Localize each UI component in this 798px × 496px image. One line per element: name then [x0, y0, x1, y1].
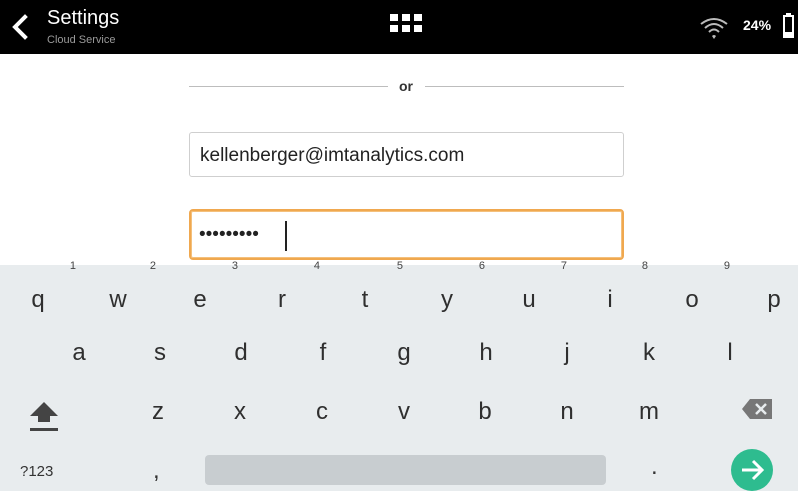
key-label: j — [564, 339, 570, 366]
key-j[interactable]: j — [537, 328, 597, 378]
key-number-hint: 8 — [641, 260, 648, 272]
key-v[interactable]: v — [374, 387, 434, 437]
shift-arrow-icon[interactable] — [26, 398, 62, 434]
key-label: i — [607, 286, 613, 313]
key-label: u — [522, 286, 536, 313]
key-number-hint: 2 — [149, 260, 156, 272]
key-label: v — [398, 398, 410, 425]
battery-icon — [783, 13, 794, 38]
key-number-hint: 5 — [396, 260, 403, 272]
key-c[interactable]: c — [292, 387, 352, 437]
key-label: c — [316, 398, 328, 425]
symbols-key[interactable]: ?123 — [20, 463, 53, 480]
email-value: kellenberger@imtanalytics.com — [200, 145, 465, 166]
wifi-icon — [700, 18, 728, 39]
key-number-hint: 4 — [313, 260, 320, 272]
go-button[interactable] — [731, 449, 773, 491]
email-field[interactable]: kellenberger@imtanalytics.com — [189, 132, 624, 177]
key-a[interactable]: a — [49, 328, 109, 378]
grid-icon[interactable] — [390, 14, 424, 40]
key-t[interactable]: t5 — [335, 261, 403, 325]
key-f[interactable]: f — [293, 328, 353, 378]
key-q[interactable]: q1 — [8, 261, 76, 325]
text-cursor — [285, 221, 287, 251]
key-k[interactable]: k — [619, 328, 679, 378]
key-label: t — [361, 286, 369, 313]
backspace-icon[interactable] — [742, 399, 772, 419]
key-o[interactable]: o9 — [662, 261, 730, 325]
key-label: h — [479, 339, 493, 366]
password-mask: ••••••••• — [199, 224, 259, 245]
key-label: g — [397, 339, 411, 366]
chevron-left-icon[interactable] — [8, 14, 32, 40]
divider-right — [425, 86, 624, 87]
key-y[interactable]: y6 — [417, 261, 485, 325]
key-x[interactable]: x — [210, 387, 270, 437]
soft-keyboard: q1w2e3r4t5y6u7i8o9p asdfghjkl zxcvbnm ?1… — [0, 261, 798, 491]
key-label: a — [72, 339, 86, 366]
key-g[interactable]: g — [374, 328, 434, 378]
space-bar[interactable] — [205, 455, 606, 485]
key-b[interactable]: b — [455, 387, 515, 437]
key-e[interactable]: e3 — [170, 261, 238, 325]
key-label: n — [560, 398, 574, 425]
key-s[interactable]: s — [130, 328, 190, 378]
key-label: b — [478, 398, 492, 425]
divider-left — [189, 86, 388, 87]
key-number-hint: 9 — [723, 260, 730, 272]
battery-percentage: 24% — [743, 17, 772, 33]
page-title: Settings — [47, 7, 120, 29]
password-field[interactable]: ••••••••• — [189, 209, 624, 260]
key-i[interactable]: i8 — [580, 261, 648, 325]
key-z[interactable]: z — [128, 387, 188, 437]
key-number-hint: 7 — [560, 260, 567, 272]
key-label: m — [639, 398, 659, 425]
key-l[interactable]: l — [700, 328, 760, 378]
key-label: z — [152, 398, 164, 425]
key-label: k — [643, 339, 655, 366]
key-label: x — [234, 398, 246, 425]
key-label: d — [234, 339, 248, 366]
comma-key[interactable]: , — [153, 457, 160, 485]
key-w[interactable]: w2 — [88, 261, 156, 325]
top-bar: Settings Cloud Service 24% — [0, 0, 798, 54]
key-h[interactable]: h — [456, 328, 516, 378]
key-u[interactable]: u7 — [499, 261, 567, 325]
key-d[interactable]: d — [211, 328, 271, 378]
key-m[interactable]: m — [619, 387, 679, 437]
divider-or-text: or — [399, 78, 413, 94]
key-number-hint: 1 — [69, 260, 76, 272]
key-label: f — [319, 339, 327, 366]
key-r[interactable]: r4 — [252, 261, 320, 325]
key-label: p — [767, 286, 781, 313]
key-number-hint: 3 — [231, 260, 238, 272]
key-label: y — [441, 286, 453, 313]
key-n[interactable]: n — [537, 387, 597, 437]
key-p[interactable]: p — [744, 275, 798, 325]
arrow-right-icon — [742, 459, 765, 481]
key-label: o — [685, 286, 699, 313]
key-number-hint: 6 — [478, 260, 485, 272]
page-subtitle: Cloud Service — [47, 34, 116, 46]
key-label: e — [193, 286, 207, 313]
key-label: q — [31, 286, 45, 313]
key-label: r — [278, 286, 286, 313]
key-label: w — [109, 286, 127, 313]
period-key[interactable]: . — [651, 453, 658, 481]
key-label: s — [154, 339, 166, 366]
key-label: l — [727, 339, 733, 366]
